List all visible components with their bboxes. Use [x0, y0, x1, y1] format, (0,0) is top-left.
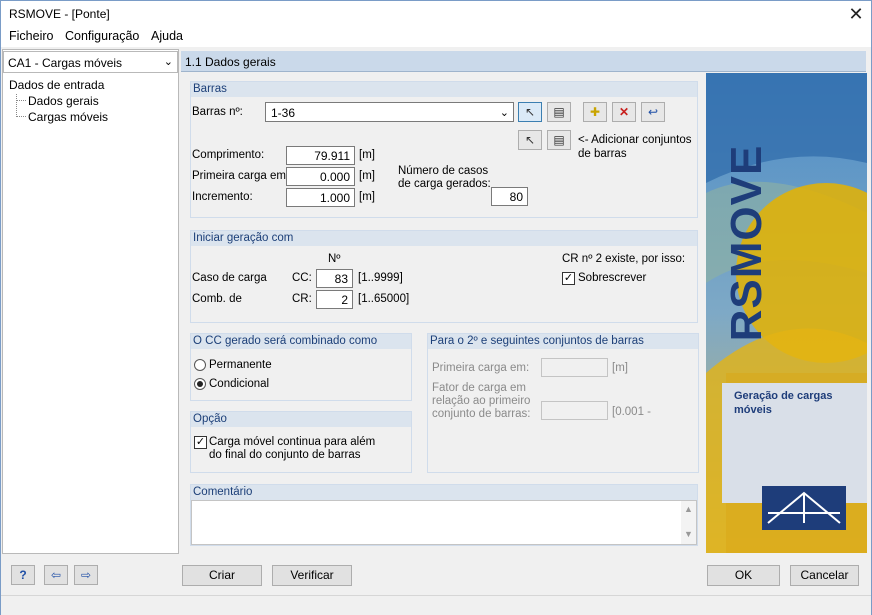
cr-range: [1..65000]	[358, 293, 410, 305]
add-list-button[interactable]: ▤	[547, 130, 571, 150]
new-set-button[interactable]: ✚	[583, 102, 607, 122]
rsmove-banner: RSMOVE Geração de cargas móveis	[706, 73, 867, 553]
new-set-icon: ✚	[589, 105, 601, 119]
navigator-panel	[2, 49, 179, 554]
scroll-down-icon[interactable]: ▼	[681, 529, 696, 539]
tree-connector	[16, 94, 17, 117]
comment-scrollbar[interactable]: ▲ ▼	[681, 501, 696, 544]
factor-label: Fator de carga em relação ao primeiro co…	[432, 382, 531, 420]
select-list-button[interactable]: ▤	[547, 102, 571, 122]
case-label: Caso de carga	[192, 272, 267, 284]
continue-checkbox[interactable]: ✓	[194, 436, 207, 449]
import-button[interactable]: ⇦	[44, 565, 68, 585]
group-barras-title: Barras	[191, 82, 697, 97]
pick-member-icon: ↖	[524, 105, 536, 119]
bars-label: Barras nº:	[192, 106, 243, 118]
cr-label: CR:	[292, 293, 312, 305]
factor-range: [0.001 -	[612, 406, 651, 418]
export-icon: ⇨	[80, 568, 92, 582]
radio-condicional[interactable]	[194, 378, 206, 390]
col-no-header: Nº	[328, 253, 341, 265]
group-combinado-title: O CC gerado será combinado como	[191, 334, 411, 349]
cc-range: [1..9999]	[358, 272, 403, 284]
status-bar	[1, 595, 871, 615]
title-bar	[1, 1, 871, 27]
banner-brand: RSMOVE	[722, 144, 771, 342]
increment-label: Incremento:	[192, 191, 253, 203]
cr-field[interactable]: 2	[316, 290, 353, 309]
length-field[interactable]: 79.911	[286, 146, 355, 165]
overwrite-label: Sobrescrever	[578, 272, 647, 284]
tree-root[interactable]: Dados de entrada	[9, 78, 104, 92]
add-pick-button[interactable]: ↖	[518, 130, 542, 150]
radio-permanente[interactable]	[194, 359, 206, 371]
close-icon[interactable]: ✕	[843, 3, 869, 25]
tree-item-dados-gerais[interactable]: Dados gerais	[28, 94, 99, 108]
bars-select[interactable]: 1-36 ⌄	[265, 102, 514, 122]
help-button[interactable]: ?	[11, 565, 35, 585]
first-load-label: Primeira carga em:	[192, 170, 290, 182]
increment-unit: [m]	[359, 191, 375, 203]
ok-button[interactable]: OK	[707, 565, 780, 586]
help-icon: ?	[19, 568, 27, 582]
length-label: Comprimento:	[192, 149, 265, 161]
first-load-unit: [m]	[359, 170, 375, 182]
second-first-load-label: Primeira carga em:	[432, 362, 530, 374]
scroll-up-icon[interactable]: ▲	[681, 504, 696, 514]
chevron-down-icon: ⌄	[163, 56, 173, 68]
banner-caption: Geração de cargas móveis	[734, 390, 833, 416]
exists-text: CR nº 2 existe, por isso:	[562, 253, 686, 265]
cancel-button[interactable]: Cancelar	[790, 565, 859, 586]
tree-connector	[17, 116, 26, 117]
second-first-load-field[interactable]	[541, 358, 608, 377]
factor-field[interactable]	[541, 401, 608, 420]
window-title: RSMOVE - [Ponte]	[9, 7, 110, 21]
group-iniciar-title: Iniciar geração com	[191, 231, 697, 246]
overwrite-checkbox[interactable]: ✓	[562, 272, 575, 285]
page-title: 1.1 Dados gerais	[181, 51, 866, 72]
verificar-button[interactable]: Verificar	[272, 565, 352, 586]
first-load-field[interactable]: 0.000	[286, 167, 355, 186]
comment-textarea[interactable]	[191, 500, 697, 545]
menu-configuracao[interactable]: Configuração	[65, 29, 139, 43]
tree-item-cargas-moveis[interactable]: Cargas móveis	[28, 110, 108, 124]
delete-button[interactable]: ✕	[612, 102, 636, 122]
menu-ajuda[interactable]: Ajuda	[151, 29, 183, 43]
tree-connector	[17, 100, 26, 101]
import-icon: ⇦	[50, 568, 62, 582]
select-list-icon: ▤	[553, 105, 565, 119]
main-window: RSMOVE - [Ponte] ✕ Ficheiro Configuração…	[0, 0, 872, 615]
pick-member-button[interactable]: ↖	[518, 102, 542, 122]
add-sets-hint: <- Adicionar conjuntos de barras	[578, 134, 692, 160]
increment-field[interactable]: 1.000	[286, 188, 355, 207]
export-button[interactable]: ⇨	[74, 565, 98, 585]
radio-permanente-label: Permanente	[209, 359, 272, 371]
reset-icon: ↩	[647, 105, 659, 119]
criar-button[interactable]: Criar	[182, 565, 262, 586]
group-comentario-title: Comentário	[191, 485, 697, 500]
reset-button[interactable]: ↩	[641, 102, 665, 122]
num-cases-label: Número de casos de carga gerados:	[398, 165, 491, 190]
case-select[interactable]: CA1 - Cargas móveis ⌄	[3, 51, 178, 73]
group-opcao-title: Opção	[191, 412, 411, 427]
banner-brand-wrap: RSMOVE	[722, 133, 772, 353]
second-first-load-unit: [m]	[612, 362, 628, 374]
bars-select-value: 1-36	[271, 106, 296, 120]
num-cases-field[interactable]: 80	[491, 187, 528, 206]
case-select-value: CA1 - Cargas móveis	[8, 56, 123, 70]
chevron-down-icon: ⌄	[499, 107, 509, 119]
select-list-icon: ▤	[553, 133, 565, 147]
group-segundo-title: Para o 2º e seguintes conjuntos de barra…	[428, 334, 698, 349]
pick-member-icon: ↖	[524, 133, 536, 147]
continue-label: Carga móvel continua para além do final …	[209, 436, 376, 461]
menu-ficheiro[interactable]: Ficheiro	[9, 29, 53, 43]
radio-condicional-label: Condicional	[209, 378, 270, 390]
delete-icon: ✕	[618, 105, 630, 119]
cc-field[interactable]: 83	[316, 269, 353, 288]
length-unit: [m]	[359, 149, 375, 161]
comb-label: Comb. de	[192, 293, 242, 305]
cc-label: CC:	[292, 272, 312, 284]
